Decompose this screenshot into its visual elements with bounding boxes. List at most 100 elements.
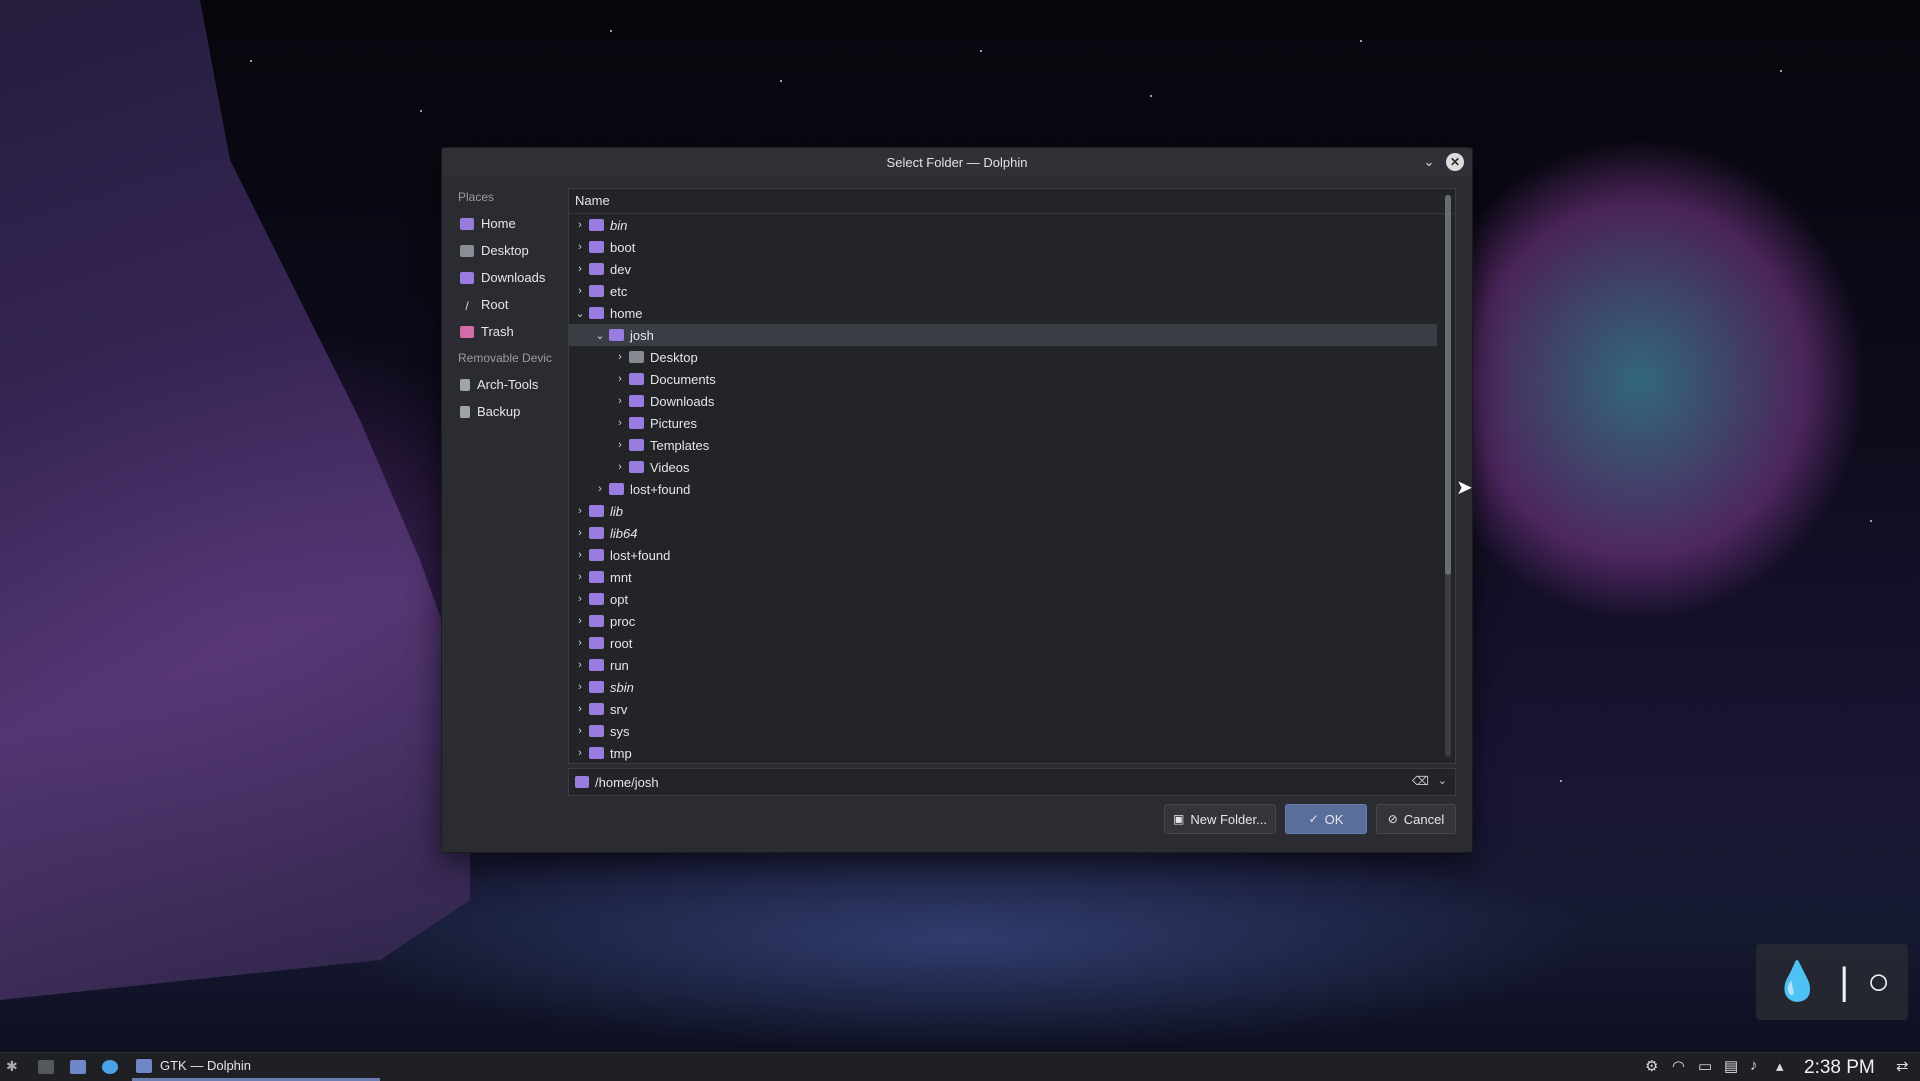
places-header: Places (458, 190, 495, 204)
wifi-icon[interactable]: ◠ (1672, 1057, 1685, 1075)
settings-gear-icon[interactable]: ⚙ (1645, 1057, 1658, 1075)
battery-icon[interactable]: ▭ (1698, 1057, 1712, 1075)
tree-row-documents[interactable]: › Documents (569, 368, 1455, 390)
folder-tree[interactable]: Name › bin › boot › dev › etc ⌄ home ⌄ josh › D… (568, 188, 1456, 764)
chevron-right-icon[interactable]: › (575, 505, 585, 517)
tree-row-sbin[interactable]: › sbin (569, 676, 1455, 698)
chevron-right-icon[interactable]: › (575, 549, 585, 561)
scrollbar-thumb[interactable] (1445, 195, 1451, 575)
place-desktop[interactable]: Desktop (452, 237, 562, 264)
chevron-right-icon[interactable]: › (615, 461, 625, 473)
close-icon[interactable]: ✕ (1446, 153, 1464, 171)
chevron-right-icon[interactable]: › (575, 725, 585, 737)
chevron-right-icon[interactable]: › (575, 263, 585, 275)
tree-row-lib64[interactable]: › lib64 (569, 522, 1455, 544)
folder-label: boot (610, 239, 636, 255)
clock[interactable]: 2:38 PM (1804, 1057, 1875, 1079)
folder-label: lib (610, 503, 624, 519)
new-folder-button[interactable]: ▣ New Folder... (1164, 804, 1276, 834)
clear-icon[interactable]: ⌫ (1412, 774, 1429, 788)
new-folder-label: New Folder... (1190, 811, 1267, 827)
chevron-right-icon[interactable]: › (615, 395, 625, 407)
chevron-right-icon[interactable]: › (615, 417, 625, 429)
tree-row-boot[interactable]: › boot (569, 236, 1455, 258)
path-field[interactable]: /home/josh ⌫ ⌄ (568, 768, 1456, 796)
tree-row-videos[interactable]: › Videos (569, 456, 1455, 478)
terminal-icon[interactable] (38, 1060, 54, 1074)
chevron-right-icon[interactable]: › (575, 527, 585, 539)
chevron-right-icon[interactable]: › (575, 681, 585, 693)
tree-row-lib[interactable]: › lib (569, 500, 1455, 522)
tree-row-desktop[interactable]: › Desktop (569, 346, 1455, 368)
place-home[interactable]: Home (452, 210, 562, 237)
chevron-right-icon[interactable]: › (615, 439, 625, 451)
place-label: Trash (481, 324, 514, 339)
place-trash[interactable]: Trash (452, 318, 562, 345)
chevron-right-icon[interactable]: › (575, 615, 585, 627)
tree-row-home-lostfound[interactable]: › lost+found (569, 478, 1455, 500)
cancel-button[interactable]: ⊘ Cancel (1376, 804, 1456, 834)
file-manager-icon[interactable] (70, 1060, 86, 1074)
chevron-right-icon[interactable]: › (575, 593, 585, 605)
tree-row-opt[interactable]: › opt (569, 588, 1455, 610)
desktop-widget[interactable]: 💧 | ○ (1756, 944, 1908, 1020)
chevron-right-icon[interactable]: › (575, 219, 585, 231)
place-label: Backup (477, 404, 521, 419)
chevron-right-icon[interactable]: › (575, 747, 585, 759)
chevron-down-icon[interactable]: ⌄ (1438, 774, 1447, 787)
drive-icon (460, 405, 470, 418)
chevron-right-icon[interactable]: › (615, 373, 625, 385)
chevron-down-icon[interactable]: ⌄ (595, 329, 605, 342)
show-desktop-icon[interactable]: ⇄ (1896, 1057, 1909, 1075)
place-arch-tools[interactable]: Arch-Tools (452, 371, 562, 398)
folder-icon (589, 747, 604, 759)
folder-label: dev (610, 261, 631, 277)
tree-row-home[interactable]: ⌄ home (569, 302, 1455, 324)
chevron-right-icon[interactable]: › (575, 285, 585, 297)
column-header-name[interactable]: Name (569, 189, 1455, 214)
browser-icon[interactable] (102, 1060, 118, 1074)
tree-row-lostfound[interactable]: › lost+found (569, 544, 1455, 566)
folder-label: srv (610, 701, 628, 717)
chevron-right-icon[interactable]: › (575, 659, 585, 671)
tree-row-pictures[interactable]: › Pictures (569, 412, 1455, 434)
tree-row-run[interactable]: › run (569, 654, 1455, 676)
tree-row-etc[interactable]: › etc (569, 280, 1455, 302)
chevron-right-icon[interactable]: › (575, 703, 585, 715)
expand-tray-icon[interactable]: ▴ (1776, 1057, 1784, 1075)
tree-row-proc[interactable]: › proc (569, 610, 1455, 632)
tree-row-tmp[interactable]: › tmp (569, 742, 1455, 763)
divider-icon: | (1839, 960, 1850, 1003)
minimize-chevron-icon[interactable]: ⌄ (1420, 153, 1438, 171)
tree-row-josh-selected[interactable]: ⌄ josh (569, 324, 1437, 346)
place-backup[interactable]: Backup (452, 398, 562, 425)
place-downloads[interactable]: Downloads (452, 264, 562, 291)
tree-row-srv[interactable]: › srv (569, 698, 1455, 720)
tree-row-sys[interactable]: › sys (569, 720, 1455, 742)
tree-row-downloads[interactable]: › Downloads (569, 390, 1455, 412)
chevron-down-icon[interactable]: ⌄ (575, 307, 585, 320)
tree-row-dev[interactable]: › dev (569, 258, 1455, 280)
clipboard-icon[interactable]: ▤ (1724, 1057, 1738, 1075)
taskbar-task-dolphin[interactable]: GTK — Dolphin (132, 1053, 380, 1081)
window-title: Select Folder — Dolphin (886, 155, 1028, 170)
tree-row-templates[interactable]: › Templates (569, 434, 1455, 456)
volume-icon[interactable]: ♪ (1750, 1057, 1758, 1074)
tree-row-bin[interactable]: › bin (569, 214, 1455, 236)
tree-row-mnt[interactable]: › mnt (569, 566, 1455, 588)
chevron-right-icon[interactable]: › (615, 351, 625, 363)
chevron-right-icon[interactable]: › (575, 571, 585, 583)
title-bar[interactable]: Select Folder — Dolphin ⌄ ✕ (442, 148, 1472, 176)
cancel-icon: ⊘ (1387, 812, 1398, 826)
ok-button[interactable]: ✓ OK (1285, 804, 1367, 834)
wallpaper-rock (0, 0, 470, 1000)
folder-icon (629, 461, 644, 473)
place-root[interactable]: / Root (452, 291, 562, 318)
chevron-right-icon[interactable]: › (575, 637, 585, 649)
chevron-right-icon[interactable]: › (595, 483, 605, 495)
folder-icon (609, 483, 624, 495)
app-launcher-icon[interactable]: ✱ (6, 1058, 22, 1074)
chevron-right-icon[interactable]: › (575, 241, 585, 253)
tree-row-root[interactable]: › root (569, 632, 1455, 654)
folder-icon (629, 439, 644, 451)
